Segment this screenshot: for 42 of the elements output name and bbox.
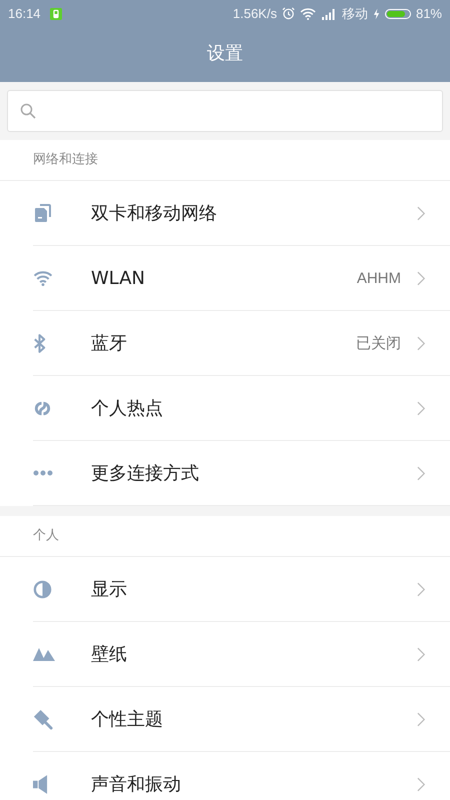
brush-icon (33, 708, 54, 730)
chevron-icon (417, 582, 426, 596)
chevron-icon (417, 336, 426, 350)
contrast-icon (33, 580, 52, 598)
battery-icon (384, 8, 411, 18)
settings-item[interactable]: 壁纸 (33, 622, 450, 687)
chevron-icon (417, 466, 426, 480)
chevron-icon (417, 270, 426, 286)
charging-icon (372, 8, 380, 20)
network-speed: 1.56K/s (232, 6, 277, 21)
page-title: 设置 (206, 42, 244, 66)
wifi-icon (300, 8, 316, 20)
speaker-icon (33, 774, 48, 794)
settings-item[interactable]: 声音和振动 (33, 752, 450, 800)
battery-percent: 81% (416, 6, 442, 21)
settings-item[interactable]: 个性主题 (33, 687, 450, 752)
search-field[interactable] (7, 90, 443, 132)
carrier-name: 移动 (342, 4, 368, 22)
item-value: AHHM (356, 270, 401, 286)
alarm-icon (282, 7, 295, 20)
section-header: 网络和连接 (0, 140, 450, 181)
sim-card-icon (33, 203, 53, 223)
settings-item[interactable]: 蓝牙 已关闭 (33, 311, 450, 376)
chevron-icon (417, 206, 426, 220)
more-icon (33, 470, 53, 476)
settings-item[interactable]: 个人热点 (33, 376, 450, 441)
settings-item[interactable]: WLAN AHHM (33, 246, 450, 311)
wifi-icon (33, 270, 53, 286)
section-header: 个人 (0, 516, 450, 557)
settings-item[interactable]: 显示 (33, 557, 450, 622)
chevron-icon (417, 712, 426, 726)
chevron-icon (417, 400, 426, 416)
clock: 16:14 (8, 6, 41, 21)
signal-icon (320, 8, 337, 20)
item-value: 已关闭 (356, 334, 401, 352)
search-icon (20, 103, 36, 119)
battery-icon (50, 8, 62, 20)
chevron-icon (417, 646, 426, 662)
chevron-icon (417, 776, 426, 792)
mountain-icon (33, 647, 55, 661)
settings-item[interactable]: 双卡和移动网络 (33, 181, 450, 246)
bluetooth-icon (33, 334, 46, 352)
